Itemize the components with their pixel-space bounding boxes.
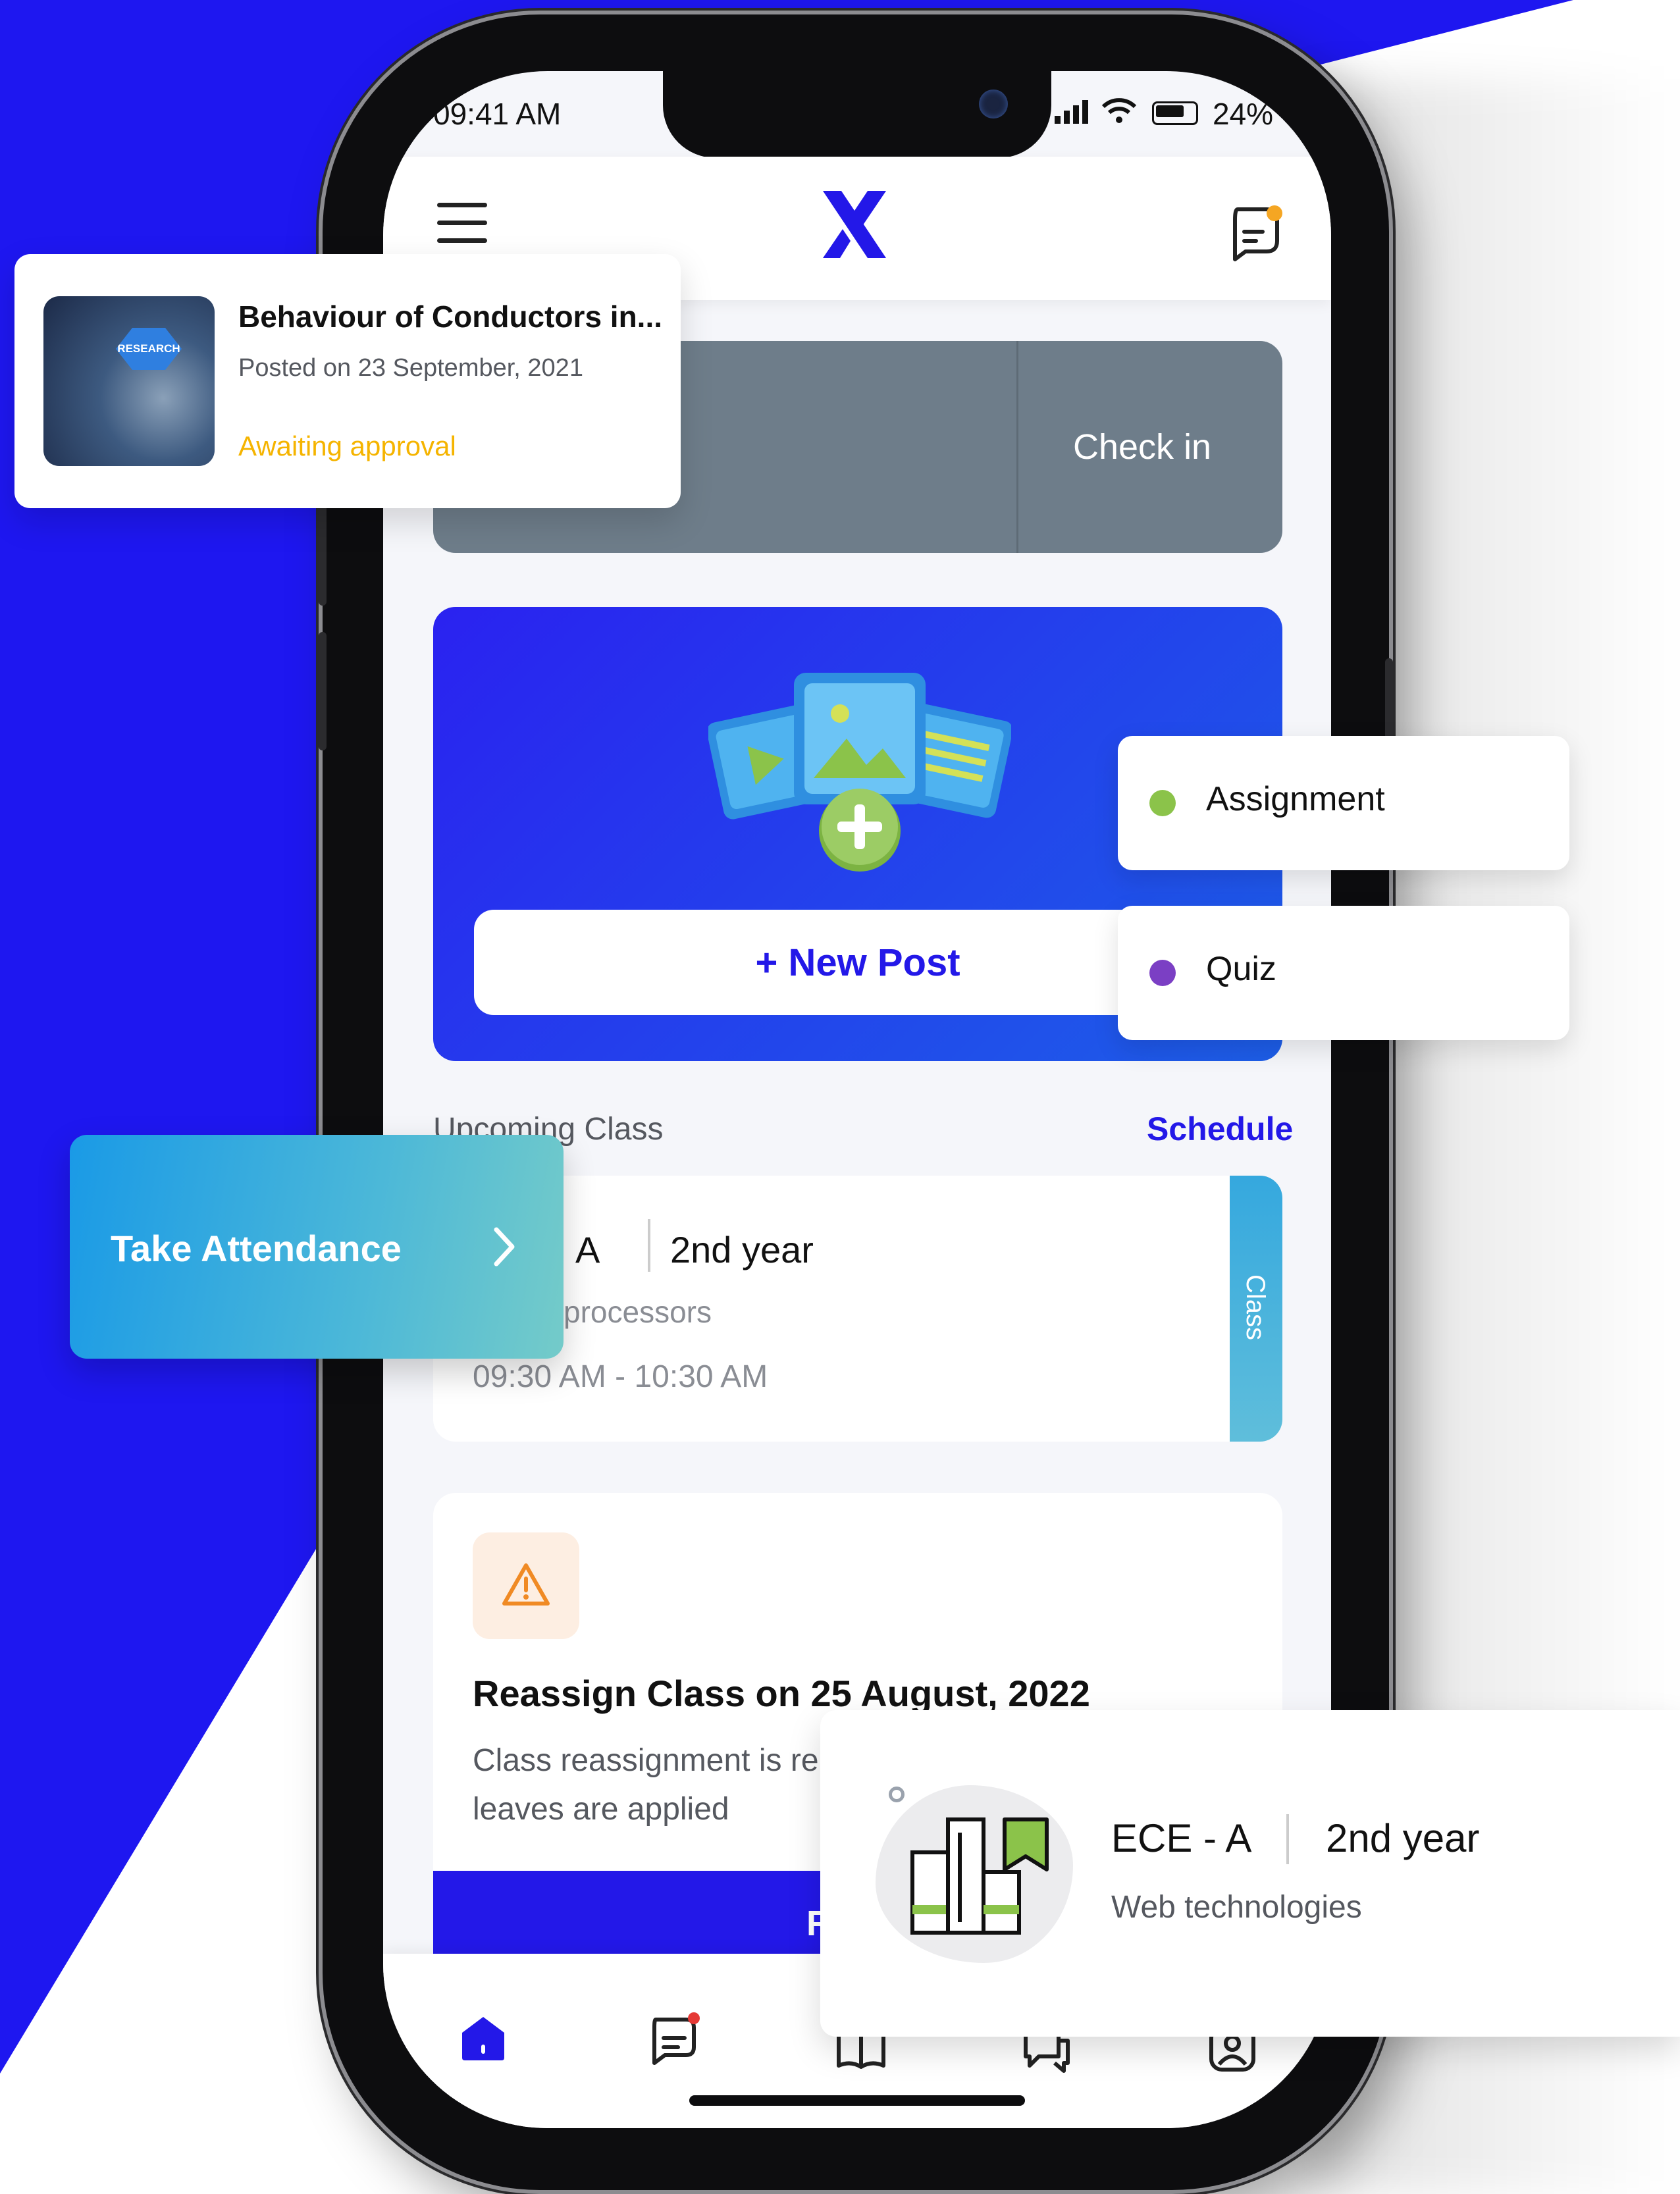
assignment-dot-icon	[1149, 790, 1176, 816]
ece-divider	[1286, 1814, 1289, 1864]
research-thumbnail: RESEARCH	[43, 296, 215, 466]
take-attendance-button[interactable]: Take Attendance	[70, 1135, 564, 1359]
phone-volume-down	[319, 632, 327, 750]
home-icon[interactable]	[457, 2012, 510, 2064]
chat-icon[interactable]	[646, 2012, 702, 2067]
assignment-option[interactable]: Assignment	[1118, 736, 1569, 870]
quiz-option[interactable]: Quiz	[1118, 906, 1569, 1040]
assignment-label: Assignment	[1206, 780, 1385, 818]
reassign-body: Class reassignment is re leaves are appl…	[473, 1737, 868, 1834]
quiz-label: Quiz	[1206, 950, 1276, 988]
class-subject: processors	[564, 1295, 712, 1329]
ece-year: 2nd year	[1326, 1816, 1480, 1860]
reassign-body-line: leaves are applied	[473, 1792, 729, 1827]
chat-icon[interactable]	[1226, 203, 1285, 263]
class-tag-label: Class	[1241, 1274, 1270, 1341]
ece-section: ECE - A	[1111, 1816, 1252, 1860]
checkin-button[interactable]: Check in	[1073, 427, 1211, 467]
research-post-card[interactable]: RESEARCH Behaviour of Conductors in... P…	[14, 254, 681, 508]
research-status: Awaiting approval	[238, 431, 456, 461]
battery-percent: 24%	[1213, 97, 1274, 131]
reassign-title: Reassign Class on 25 August, 2022	[473, 1673, 1090, 1714]
class-tag: Class	[1230, 1176, 1282, 1442]
signal-icon	[1055, 100, 1088, 124]
ece-class-card[interactable]: ECE - A 2nd year Web technologies	[820, 1710, 1680, 2037]
schedule-link[interactable]: Schedule	[1147, 1110, 1293, 1148]
chevron-right-icon	[494, 1227, 515, 1267]
class-time: 09:30 AM - 10:30 AM	[473, 1359, 768, 1394]
ece-subject: Web technologies	[1111, 1890, 1362, 1925]
wifi-icon	[1101, 98, 1137, 123]
books-icon	[910, 1817, 1049, 1935]
class-divider	[648, 1219, 650, 1272]
home-indicator	[689, 2095, 1025, 2106]
take-attendance-label: Take Attendance	[111, 1228, 402, 1269]
class-year: 2nd year	[670, 1229, 814, 1270]
battery-icon	[1152, 101, 1198, 125]
camera-icon	[979, 90, 1008, 118]
checkin-divider	[1016, 341, 1018, 553]
reassign-body-line: Class reassignment is re	[473, 1743, 819, 1778]
media-upload-icon	[708, 673, 1011, 872]
research-date: Posted on 23 September, 2021	[238, 354, 583, 382]
status-time: 09:41 AM	[433, 97, 562, 131]
research-title: Behaviour of Conductors in...	[238, 300, 663, 334]
phone-notch	[663, 71, 1051, 158]
quiz-dot-icon	[1149, 960, 1176, 986]
research-hex-label: RESEARCH	[116, 328, 182, 370]
warning-icon	[502, 1563, 550, 1606]
hamburger-icon[interactable]	[437, 203, 487, 244]
class-section: A	[575, 1229, 600, 1270]
decorative-ring	[889, 1787, 905, 1802]
warning-badge	[473, 1532, 579, 1639]
x-logo-icon	[823, 191, 886, 258]
